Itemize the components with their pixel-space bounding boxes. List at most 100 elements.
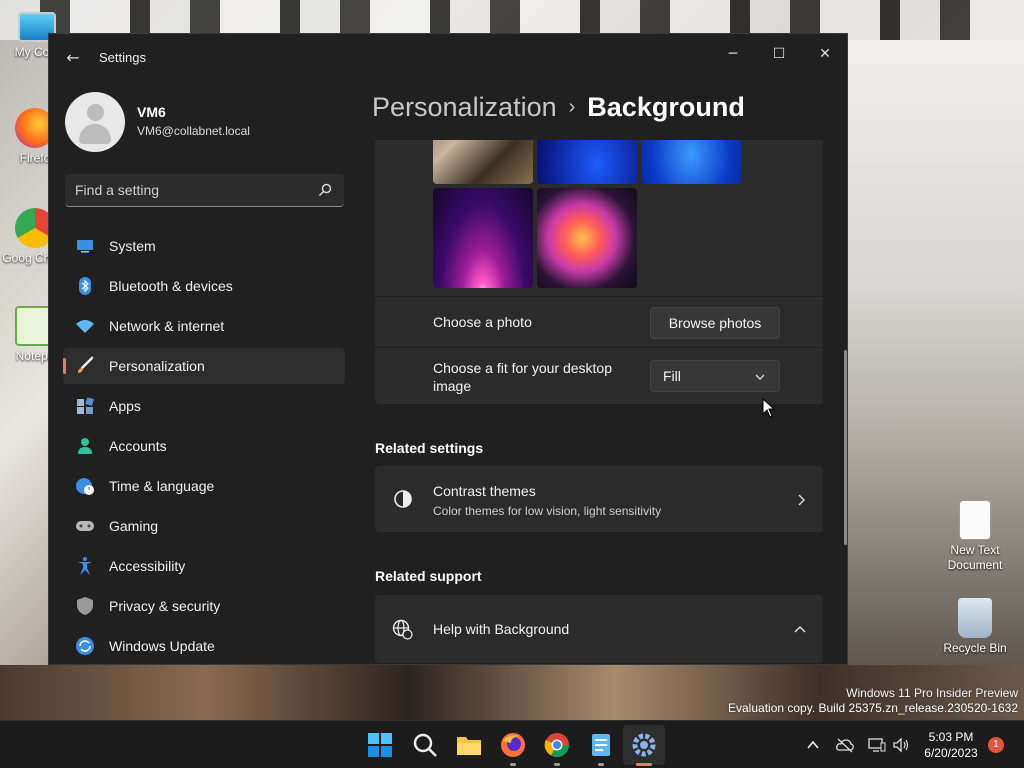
contrast-icon bbox=[394, 490, 412, 508]
choose-photo-label: Choose a photo bbox=[433, 314, 532, 330]
avatar-body bbox=[79, 124, 111, 144]
sidebar-item-label: Accessibility bbox=[109, 558, 186, 574]
fit-dropdown[interactable]: Fill bbox=[650, 360, 780, 392]
apps-icon bbox=[77, 397, 94, 414]
title-bar[interactable]: ← Settings ─ ☐ ✕ bbox=[49, 34, 847, 82]
breadcrumb-parent[interactable]: Personalization bbox=[372, 92, 557, 122]
help-with-background-title: Help with Background bbox=[433, 621, 570, 637]
sidebar-item-accounts[interactable]: Accounts bbox=[63, 428, 345, 464]
maximize-button[interactable]: ☐ bbox=[759, 40, 799, 68]
settings-window: ← Settings ─ ☐ ✕ VM6 VM6@collabnet.local… bbox=[48, 33, 848, 665]
recycle-bin-icon bbox=[958, 598, 992, 638]
choose-photo-row: Choose a photo Browse photos bbox=[375, 297, 823, 347]
search-icon[interactable] bbox=[411, 731, 439, 759]
search-box[interactable] bbox=[65, 174, 344, 207]
clock-date: 6/20/2023 bbox=[924, 746, 978, 760]
settings-gear-icon[interactable] bbox=[630, 731, 658, 759]
contrast-themes-title: Contrast themes bbox=[433, 483, 536, 499]
mouse-cursor-icon bbox=[762, 398, 776, 418]
sidebar-item-apps[interactable]: Apps bbox=[63, 388, 345, 424]
accessibility-icon bbox=[78, 557, 92, 575]
chevron-up-icon[interactable] bbox=[794, 625, 806, 633]
recent-images-card bbox=[375, 140, 823, 296]
evaluation-watermark: Windows 11 Pro Insider Preview Evaluatio… bbox=[728, 686, 1018, 716]
search-input[interactable] bbox=[65, 174, 305, 206]
chevron-up-icon[interactable] bbox=[806, 738, 820, 752]
active-app-indicator bbox=[636, 763, 652, 766]
globe-clock-icon bbox=[76, 478, 94, 495]
avatar-head bbox=[87, 104, 104, 121]
main-content: Choose a photo Browse photos Choose a fi… bbox=[375, 140, 825, 664]
breadcrumb: Personalization › Background bbox=[372, 92, 745, 123]
sidebar-item-label: Privacy & security bbox=[109, 598, 221, 614]
desktop-icon-label: New Text Document bbox=[947, 543, 1003, 572]
breadcrumb-separator: › bbox=[568, 96, 576, 118]
wallpaper-thumbnail[interactable] bbox=[537, 140, 637, 184]
start-button-icon[interactable] bbox=[366, 731, 394, 759]
desktop-icon-recycle-bin[interactable]: Recycle Bin bbox=[940, 598, 1010, 656]
user-email: VM6@collabnet.local bbox=[137, 124, 250, 138]
chevron-right-icon bbox=[798, 494, 805, 506]
sidebar-item-label: Time & language bbox=[109, 478, 215, 494]
avatar[interactable] bbox=[65, 92, 125, 152]
sidebar-item-personalization[interactable]: Personalization bbox=[63, 348, 345, 384]
update-icon bbox=[76, 637, 94, 655]
sidebar-item-windows-update[interactable]: Windows Update bbox=[63, 628, 345, 664]
help-with-background-expander[interactable]: Help with Background bbox=[375, 595, 823, 663]
system-clock[interactable]: 5:03 PM 6/20/2023 bbox=[916, 729, 986, 761]
onedrive-offline-icon[interactable] bbox=[836, 737, 854, 753]
person-icon bbox=[78, 438, 92, 454]
sidebar-item-accessibility[interactable]: Accessibility bbox=[63, 548, 345, 584]
gamepad-icon bbox=[76, 521, 94, 531]
wallpaper-thumbnail[interactable] bbox=[433, 140, 533, 184]
taskbar: 5:03 PM 6/20/2023 1 bbox=[0, 720, 1024, 768]
desktop-icon-label: Firefo bbox=[19, 151, 51, 165]
file-explorer-icon[interactable] bbox=[455, 731, 483, 759]
contrast-themes-link[interactable]: Contrast themes Color themes for low vis… bbox=[375, 466, 823, 532]
sidebar-item-privacy[interactable]: Privacy & security bbox=[63, 588, 345, 624]
fit-dropdown-value: Fill bbox=[663, 368, 681, 384]
wallpaper-thumbnail[interactable] bbox=[537, 188, 637, 288]
choose-fit-label: Choose a fit for your desktop image bbox=[433, 360, 612, 394]
notepad-icon[interactable] bbox=[587, 731, 615, 759]
sidebar-item-label: Apps bbox=[109, 398, 141, 414]
sidebar-item-gaming[interactable]: Gaming bbox=[63, 508, 345, 544]
user-name: VM6 bbox=[137, 104, 166, 120]
watermark-line-2: Evaluation copy. Build 25375.zn_release.… bbox=[728, 701, 1018, 715]
clock-time: 5:03 PM bbox=[928, 730, 974, 744]
sidebar-item-time-language[interactable]: Time & language bbox=[63, 468, 345, 504]
firefox-icon[interactable] bbox=[499, 731, 527, 759]
sidebar-item-bluetooth[interactable]: Bluetooth & devices bbox=[63, 268, 345, 304]
related-support-title: Related support bbox=[375, 568, 482, 584]
shield-icon bbox=[77, 597, 93, 615]
volume-icon[interactable] bbox=[892, 737, 910, 753]
sidebar-item-label: System bbox=[109, 238, 156, 254]
sidebar-item-label: Accounts bbox=[109, 438, 167, 454]
wallpaper-thumbnail[interactable] bbox=[433, 188, 533, 288]
running-indicator bbox=[510, 763, 516, 766]
watermark-line-1: Windows 11 Pro Insider Preview bbox=[846, 686, 1018, 700]
sidebar-item-system[interactable]: System bbox=[63, 228, 345, 264]
browse-photos-button[interactable]: Browse photos bbox=[650, 307, 780, 339]
chrome-icon[interactable] bbox=[543, 731, 571, 759]
notification-badge[interactable]: 1 bbox=[988, 737, 1004, 753]
sidebar-nav: System Bluetooth & devices Network & int… bbox=[63, 228, 345, 664]
back-button[interactable]: ← bbox=[63, 48, 83, 68]
network-icon[interactable] bbox=[868, 737, 886, 753]
related-settings-title: Related settings bbox=[375, 440, 484, 456]
sidebar-item-label: Gaming bbox=[109, 518, 159, 534]
desktop-icon-label: Recycle Bin bbox=[943, 641, 1007, 655]
search-icon[interactable] bbox=[318, 183, 332, 197]
desktop-icon-new-text-document[interactable]: New Text Document bbox=[940, 500, 1010, 573]
wallpaper-thumbnail[interactable] bbox=[641, 140, 741, 184]
sidebar-item-label: Personalization bbox=[109, 358, 205, 374]
chevron-down-icon bbox=[755, 374, 765, 380]
sidebar-item-network[interactable]: Network & internet bbox=[63, 308, 345, 344]
page-title: Background bbox=[587, 92, 745, 122]
app-title: Settings bbox=[99, 50, 146, 65]
close-button[interactable]: ✕ bbox=[805, 40, 845, 68]
bluetooth-icon bbox=[79, 277, 91, 295]
minimize-button[interactable]: ─ bbox=[713, 40, 753, 68]
wifi-icon bbox=[76, 320, 94, 333]
content-scrollbar[interactable] bbox=[844, 350, 847, 545]
